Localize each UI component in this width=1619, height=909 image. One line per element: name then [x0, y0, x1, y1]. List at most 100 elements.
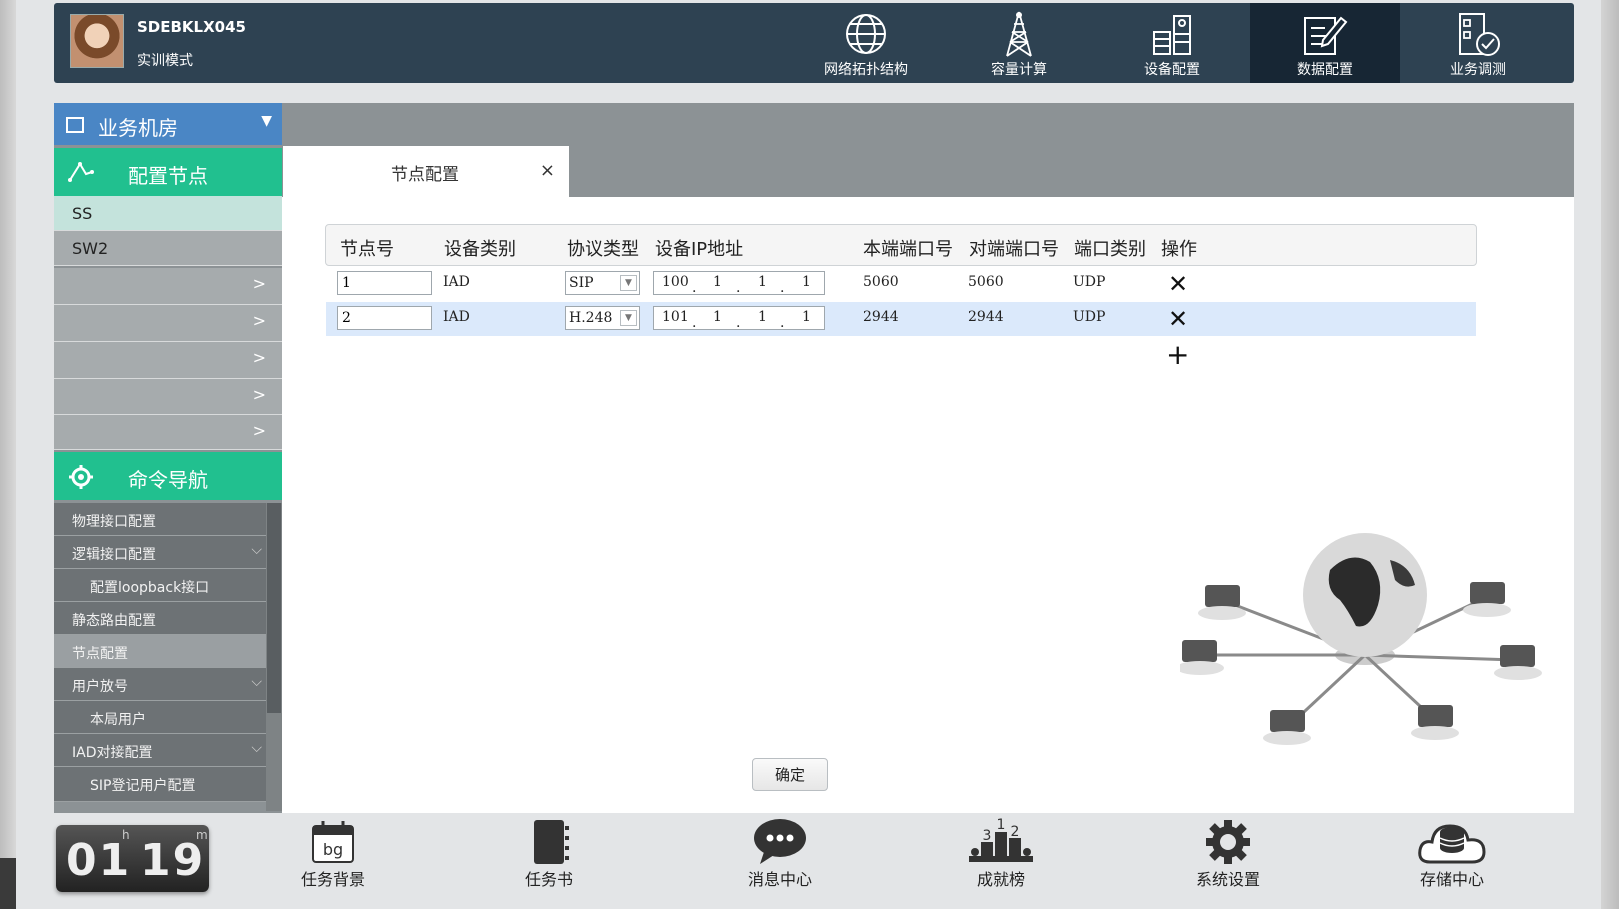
protocol-select[interactable]: H.248 ▼ — [565, 306, 640, 330]
notebook-icon — [534, 820, 569, 864]
ip-octet[interactable]: 1 — [758, 309, 767, 325]
cmd-label: 节点配置 — [72, 646, 128, 662]
minutes-unit: m — [196, 828, 208, 842]
cmd-static-route[interactable]: 静态路由配置 — [54, 602, 266, 635]
ip-octet[interactable]: 1 — [713, 309, 722, 325]
tab-close-button[interactable]: × — [540, 160, 555, 181]
edit-document-icon — [1304, 16, 1348, 55]
tab-label: 节点配置 — [391, 165, 459, 185]
rank-2: 2 — [1011, 824, 1020, 840]
node-label: SW2 — [72, 239, 109, 258]
node-line-icon — [68, 162, 94, 182]
col-device-type: 设备类别 — [444, 239, 516, 260]
scrollbar-thumb[interactable] — [267, 503, 281, 713]
chevron-down-icon: ⌵ — [251, 740, 262, 756]
cmd-logical-interface[interactable]: 逻辑接口配置 ⌵ — [54, 536, 266, 569]
node-item-empty[interactable]: > — [54, 305, 282, 342]
command-nav-title: 命令导航 — [128, 468, 208, 492]
cmd-label: IAD对接配置 — [72, 745, 153, 761]
ip-octet[interactable]: 1 — [802, 309, 811, 325]
col-action: 操作 — [1161, 239, 1197, 260]
chevron-down-icon: ⌵ — [251, 542, 262, 558]
tab-node-config[interactable]: 节点配置 × — [283, 146, 569, 197]
protocol-value: SIP — [569, 275, 594, 291]
table-row — [326, 302, 1476, 336]
bottom-nav-storage-center[interactable]: 存储中心 — [1377, 818, 1527, 898]
ip-octet[interactable]: 1 — [802, 274, 811, 290]
cmd-iad-config[interactable]: IAD对接配置 ⌵ — [54, 734, 266, 767]
node-item-empty[interactable]: > — [54, 342, 282, 379]
node-id-input[interactable] — [337, 306, 432, 330]
room-label: 业务机房 — [98, 116, 178, 140]
delete-row-icon[interactable]: ✕ — [1168, 270, 1188, 298]
bottom-nav-system-settings[interactable]: 系统设置 — [1153, 818, 1303, 898]
bottom-nav-label: 消息中心 — [747, 870, 812, 889]
node-item-empty[interactable]: > — [54, 415, 282, 450]
command-nav-header: 命令导航 — [54, 452, 282, 500]
room-selector[interactable]: 业务机房 ▼ — [54, 103, 282, 145]
ip-octet[interactable]: 101 — [662, 309, 689, 325]
nav-service-test[interactable]: 业务调测 — [1403, 3, 1553, 83]
nav-label: 容量计算 — [991, 62, 1047, 78]
bottom-nav-task-background[interactable]: bg 任务背景 — [258, 818, 408, 898]
device-type-cell: IAD — [443, 309, 470, 325]
cmd-physical-interface[interactable]: 物理接口配置 — [54, 503, 266, 536]
protocol-value: H.248 — [569, 310, 613, 326]
col-protocol: 协议类型 — [567, 239, 639, 260]
col-local-port: 本端端口号 — [863, 239, 953, 260]
bottom-nav-label: 存储中心 — [1419, 870, 1484, 889]
dropdown-caret-icon: ▼ — [261, 113, 272, 129]
node-id-input[interactable] — [337, 271, 432, 295]
cmd-label: 静态路由配置 — [72, 613, 156, 629]
node-item-sw2[interactable]: SW2 — [54, 231, 282, 266]
countdown-timer: 01 h 19 m — [56, 825, 209, 892]
config-nodes-header: 配置节点 — [54, 148, 282, 196]
gear-icon — [69, 465, 93, 489]
chevron-right-icon: > — [252, 421, 266, 440]
bottom-nav-task-book[interactable]: 任务书 — [474, 818, 624, 898]
bottom-nav-label: 成就榜 — [976, 870, 1025, 889]
node-item-empty[interactable]: > — [54, 268, 282, 305]
remote-port-cell: 5060 — [968, 274, 1004, 290]
ip-address-input[interactable]: 100. 1. 1. 1 — [653, 271, 825, 296]
nav-label: 网络拓扑结构 — [824, 62, 908, 78]
cmd-user-provision[interactable]: 用户放号 ⌵ — [54, 668, 266, 701]
avatar[interactable] — [70, 14, 124, 68]
chevron-right-icon: > — [252, 311, 266, 330]
rank-3: 3 — [983, 828, 992, 844]
nav-data-config[interactable]: 数据配置 — [1250, 3, 1400, 83]
nav-device-config[interactable]: 设备配置 — [1097, 3, 1247, 83]
cmd-loopback[interactable]: 配置loopback接口 — [54, 569, 266, 602]
ip-address-input[interactable]: 101. 1. 1. 1 — [653, 306, 825, 331]
nav-network-topology[interactable]: 网络拓扑结构 — [791, 3, 941, 83]
bottom-nav-leaderboard[interactable]: 312 成就榜 — [926, 818, 1076, 898]
cmd-local-user[interactable]: 本局用户 — [54, 701, 266, 734]
cmd-node-config[interactable]: 节点配置 — [54, 635, 266, 668]
add-row-icon[interactable]: + — [1166, 338, 1189, 371]
cmd-label: 逻辑接口配置 — [72, 547, 156, 563]
cmd-label: 用户放号 — [72, 679, 128, 695]
ip-octet[interactable]: 100 — [662, 274, 689, 290]
chat-bubble-icon — [754, 819, 806, 864]
bottom-nav-label: 任务书 — [524, 870, 573, 889]
username: SDEBKLX045 — [137, 18, 246, 36]
delete-row-icon[interactable]: ✕ — [1168, 305, 1188, 333]
globe-network-icon — [846, 14, 886, 54]
node-item-empty[interactable]: > — [54, 379, 282, 415]
chevron-down-icon: ⌵ — [251, 674, 262, 690]
remote-port-cell: 2944 — [968, 309, 1004, 325]
cmd-label: 物理接口配置 — [72, 514, 156, 530]
protocol-select[interactable]: SIP ▼ — [565, 271, 640, 295]
nav-capacity-calc[interactable]: 容量计算 — [944, 3, 1094, 83]
node-item-ss[interactable]: SS — [54, 196, 282, 231]
bottom-nav-message-center[interactable]: 消息中心 — [705, 818, 855, 898]
local-port-cell: 2944 — [863, 309, 899, 325]
col-ip: 设备IP地址 — [655, 239, 744, 260]
building-icon — [66, 117, 84, 133]
port-type-cell: UDP — [1073, 274, 1106, 290]
ip-octet[interactable]: 1 — [758, 274, 767, 290]
cloud-storage-icon — [1418, 824, 1486, 864]
cmd-sip-user[interactable]: SIP登记用户配置 — [54, 767, 266, 802]
confirm-button[interactable]: 确定 — [752, 758, 828, 791]
ip-octet[interactable]: 1 — [713, 274, 722, 290]
